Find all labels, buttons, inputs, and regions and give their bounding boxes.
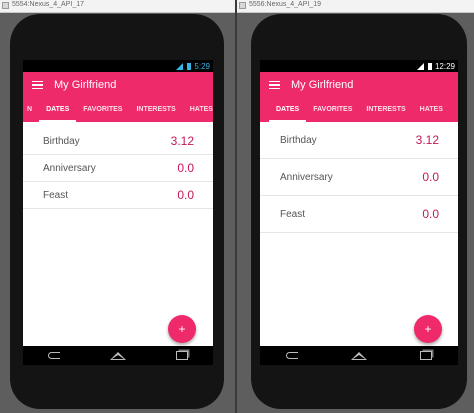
back-icon[interactable] <box>286 352 299 359</box>
status-time: 12:29 <box>434 61 455 71</box>
emulator-window-left: 5554:Nexus_4_API_17 5:29 My Girlfriend N… <box>0 0 235 413</box>
list-item[interactable]: Feast 0.0 <box>23 182 213 209</box>
window-icon <box>239 2 246 9</box>
app-title: My Girlfriend <box>54 79 117 91</box>
battery-icon <box>427 62 432 70</box>
tab-partial[interactable]: N <box>23 98 39 122</box>
add-button[interactable]: + <box>414 315 442 343</box>
status-time: 5:29 <box>194 61 210 71</box>
list-item[interactable]: Birthday 3.12 <box>23 128 213 155</box>
signal-icon <box>176 62 184 70</box>
emulator-window-right: 5556:Nexus_4_API_19 12:29 My Girlfriend … <box>237 0 474 413</box>
tab-favorites[interactable]: FAVORITES <box>76 98 129 122</box>
window-titlebar[interactable]: 5556:Nexus_4_API_19 <box>237 0 474 13</box>
tab-interests[interactable]: INTERESTS <box>129 98 182 122</box>
dates-list: Birthday 3.12 Anniversary 0.0 Feast 0.0 <box>23 128 213 209</box>
battery-icon <box>187 62 192 70</box>
list-item-label: Feast <box>43 189 69 201</box>
list-item-value: 0.0 <box>422 170 439 184</box>
app-bar: My Girlfriend <box>23 72 213 98</box>
add-button[interactable]: + <box>168 315 196 343</box>
list-item-label: Anniversary <box>43 162 96 174</box>
window-titlebar[interactable]: 5554:Nexus_4_API_17 <box>0 0 235 13</box>
tab-favorites[interactable]: FAVORITES <box>306 98 359 122</box>
list-item-value: 0.0 <box>422 207 439 221</box>
phone-screen: 12:29 My Girlfriend DATES FAVORITES INTE… <box>260 60 458 362</box>
menu-icon[interactable] <box>269 79 280 92</box>
recents-icon[interactable] <box>419 351 432 360</box>
list-item-value: 0.0 <box>177 161 194 175</box>
list-item[interactable]: Birthday 3.12 <box>260 122 458 159</box>
menu-icon[interactable] <box>32 79 43 92</box>
recents-icon[interactable] <box>176 351 188 360</box>
list-item-value: 3.12 <box>415 133 439 147</box>
app-title: My Girlfriend <box>291 79 354 91</box>
phone-frame: 5:29 My Girlfriend N DATES FAVORITES INT… <box>10 14 224 409</box>
list-item-label: Birthday <box>43 135 80 147</box>
phone-screen: 5:29 My Girlfriend N DATES FAVORITES INT… <box>23 60 213 362</box>
home-icon[interactable] <box>110 351 126 360</box>
window-icon <box>2 2 9 9</box>
back-icon[interactable] <box>48 352 60 359</box>
tab-bar: N DATES FAVORITES INTERESTS HATES <box>23 98 213 122</box>
tab-hates[interactable]: HATES <box>413 98 450 122</box>
window-title: 5554:Nexus_4_API_17 <box>12 1 84 8</box>
list-item[interactable]: Anniversary 0.0 <box>23 155 213 182</box>
list-item[interactable]: Anniversary 0.0 <box>260 159 458 196</box>
home-icon[interactable] <box>350 351 367 360</box>
tab-dates[interactable]: DATES <box>269 98 307 122</box>
list-item-label: Feast <box>280 208 306 220</box>
tab-bar: DATES FAVORITES INTERESTS HATES <box>260 98 458 122</box>
list-item-value: 3.12 <box>170 134 194 148</box>
system-nav-bar <box>260 346 458 365</box>
list-item-label: Anniversary <box>280 171 333 183</box>
phone-frame: 12:29 My Girlfriend DATES FAVORITES INTE… <box>251 14 467 409</box>
tab-hates[interactable]: HATES <box>183 98 213 122</box>
status-bar: 12:29 <box>260 60 458 72</box>
signal-icon <box>416 62 424 70</box>
window-title: 5556:Nexus_4_API_19 <box>249 1 321 8</box>
status-bar: 5:29 <box>23 60 213 72</box>
list-item-value: 0.0 <box>177 188 194 202</box>
system-nav-bar <box>23 346 213 365</box>
list-item-label: Birthday <box>280 134 317 146</box>
app-bar: My Girlfriend <box>260 72 458 98</box>
dates-list: Birthday 3.12 Anniversary 0.0 Feast 0.0 <box>260 122 458 233</box>
list-item[interactable]: Feast 0.0 <box>260 196 458 233</box>
tab-dates[interactable]: DATES <box>39 98 77 122</box>
tab-interests[interactable]: INTERESTS <box>359 98 412 122</box>
